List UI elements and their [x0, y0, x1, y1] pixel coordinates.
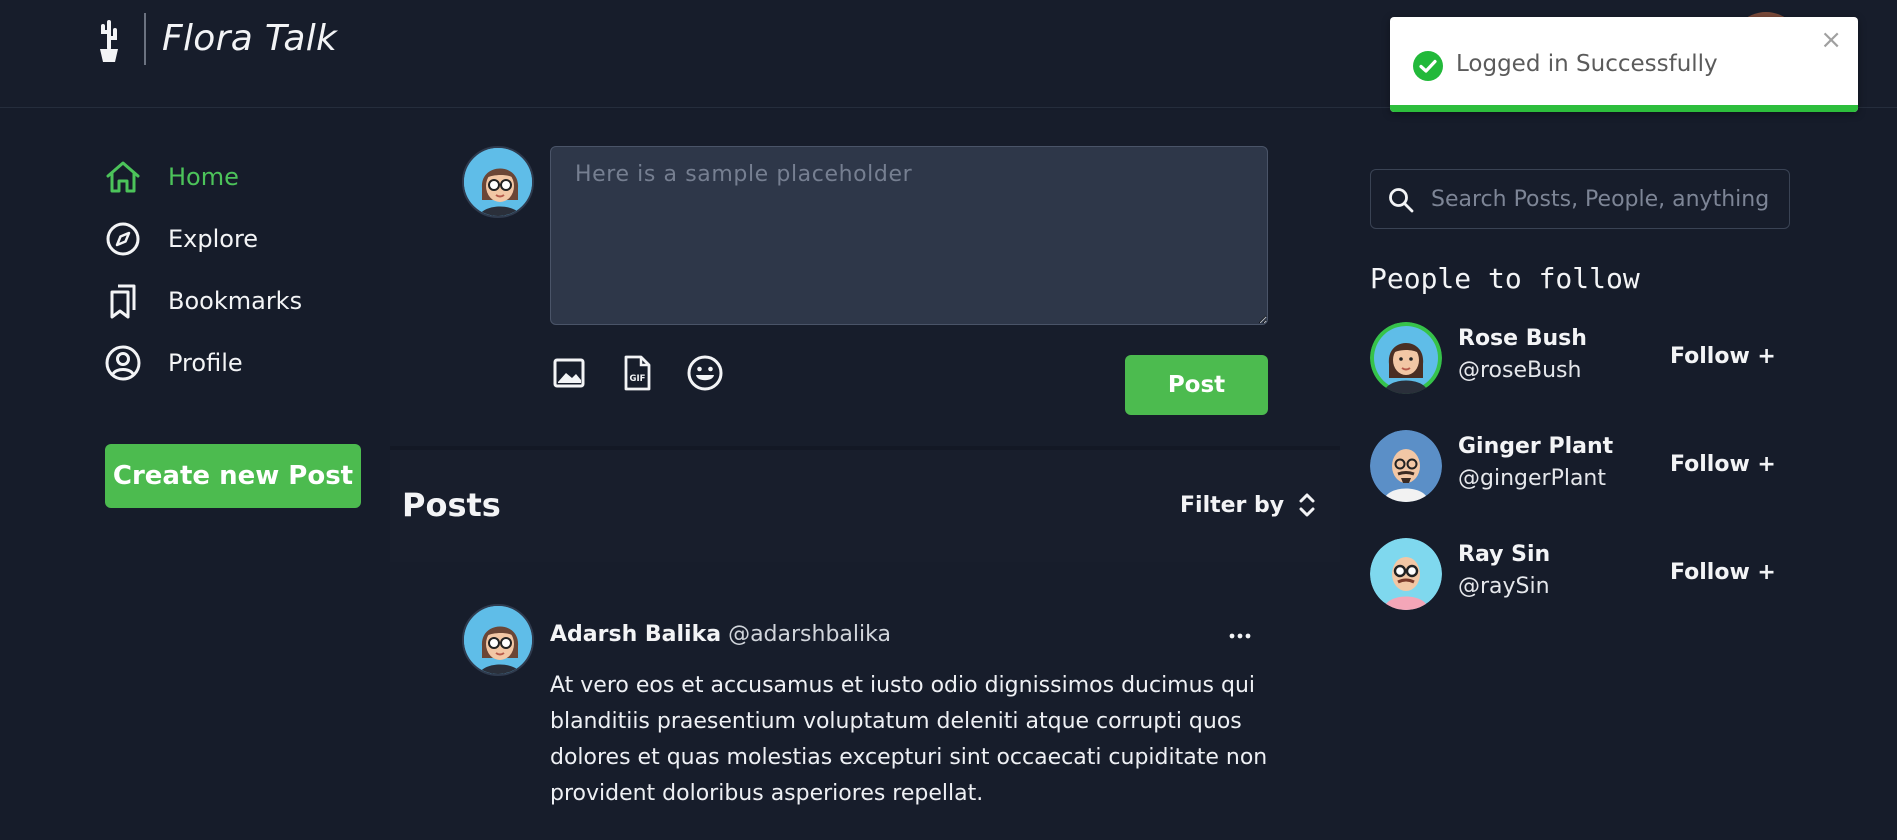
image-icon[interactable]: [550, 354, 588, 392]
suggestion-handle: @raySin: [1458, 574, 1550, 599]
post-body: At vero eos et accusamus et iusto odio d…: [550, 673, 1268, 806]
gif-icon[interactable]: GIF: [618, 354, 656, 392]
avatar[interactable]: [1370, 430, 1442, 502]
search-input[interactable]: [1431, 178, 1781, 220]
search-box[interactable]: [1370, 169, 1790, 229]
sort-chevrons-icon: [1299, 493, 1315, 517]
check-circle-icon: [1413, 51, 1443, 81]
people-to-follow-heading: People to follow: [1370, 262, 1640, 295]
sidebar-item-label: Explore: [168, 225, 259, 253]
sidebar-item-profile[interactable]: Profile: [104, 332, 374, 394]
avatar-illustration-icon: [1370, 538, 1442, 610]
avatar[interactable]: [1370, 538, 1442, 610]
post-textarea[interactable]: [550, 146, 1268, 325]
suggestion-name[interactable]: Rose Bush: [1458, 326, 1587, 351]
create-new-post-button[interactable]: Create new Post: [105, 444, 361, 508]
sidebar-item-explore[interactable]: Explore: [104, 208, 374, 270]
avatar-illustration-icon: [464, 148, 532, 216]
post-author-avatar[interactable]: [462, 604, 534, 676]
search-icon: [1389, 188, 1414, 213]
posts-heading: Posts: [402, 486, 501, 524]
avatar-illustration-icon: [1370, 430, 1442, 502]
follow-suggestion: Rose Bush @roseBush Follow +: [1370, 322, 1790, 402]
filter-label: Filter by: [1180, 492, 1285, 518]
follow-suggestion: Ray Sin @raySin Follow +: [1370, 538, 1790, 618]
post-author-handle: @adarshbalika: [728, 622, 891, 647]
emoji-icon[interactable]: [686, 354, 724, 392]
success-toast: Logged in Successfully ×: [1390, 17, 1858, 112]
sidebar-item-home[interactable]: Home: [104, 146, 374, 208]
home-icon: [106, 161, 140, 193]
main-feed: GIF Post Posts Filter by: [390, 110, 1340, 840]
post-author[interactable]: Adarsh Balika @adarshbalika: [550, 622, 891, 647]
suggestion-name[interactable]: Ginger Plant: [1458, 434, 1613, 459]
toast-message: Logged in Successfully: [1456, 51, 1718, 77]
avatar[interactable]: [1370, 322, 1442, 394]
sidebar-item-label: Profile: [168, 349, 243, 377]
close-icon[interactable]: ×: [1820, 27, 1842, 53]
sidebar-nav: Home Explore Bookmarks Profile: [104, 146, 374, 394]
more-options-icon[interactable]: [1228, 624, 1252, 648]
avatar-illustration-icon: [464, 606, 532, 674]
logo-divider: [144, 13, 146, 65]
suggestion-handle: @gingerPlant: [1458, 466, 1606, 491]
suggestion-handle: @roseBush: [1458, 358, 1582, 383]
post-composer: GIF Post: [390, 110, 1340, 450]
follow-suggestion: Ginger Plant @gingerPlant Follow +: [1370, 430, 1790, 510]
follow-button[interactable]: Follow +: [1670, 344, 1776, 369]
cactus-logo-icon[interactable]: [94, 18, 124, 64]
user-circle-icon: [105, 345, 141, 381]
follow-button[interactable]: Follow +: [1670, 452, 1776, 477]
filter-by-button[interactable]: Filter by: [1180, 490, 1320, 520]
post-author-name: Adarsh Balika: [550, 622, 722, 647]
suggestion-name[interactable]: Ray Sin: [1458, 542, 1550, 567]
composer-avatar[interactable]: [462, 146, 534, 218]
post-button[interactable]: Post: [1125, 355, 1268, 415]
svg-text:GIF: GIF: [630, 374, 646, 384]
bookmarks-icon: [110, 284, 136, 319]
app-title[interactable]: Flora Talk: [162, 18, 337, 59]
follow-button[interactable]: Follow +: [1670, 560, 1776, 585]
sidebar-item-label: Bookmarks: [168, 287, 303, 315]
sidebar-item-bookmarks[interactable]: Bookmarks: [104, 270, 374, 332]
toast-progress-bar: [1390, 105, 1858, 112]
avatar-illustration-icon: [1370, 322, 1442, 394]
compass-icon: [106, 222, 140, 256]
post-card: Adarsh Balika @adarshbalika At vero eos …: [390, 562, 1340, 840]
sidebar-item-label: Home: [168, 163, 239, 191]
